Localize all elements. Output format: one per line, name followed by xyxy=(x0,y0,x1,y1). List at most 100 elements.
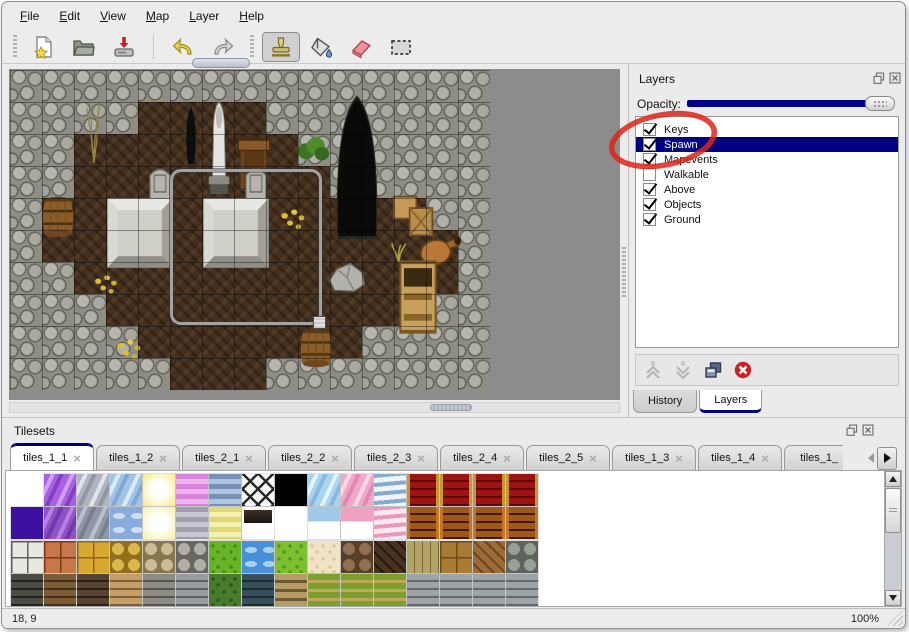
toolbar-grip[interactable] xyxy=(250,35,254,59)
palette-tile-graystone-wall[interactable] xyxy=(143,574,175,606)
layer-checkbox[interactable] xyxy=(643,123,656,136)
close-tab-icon[interactable]: × xyxy=(245,452,253,465)
new-tool-button[interactable] xyxy=(25,32,63,62)
palette-tile-empty[interactable] xyxy=(11,474,43,506)
map-selection-rect[interactable] xyxy=(170,169,322,325)
palette-tile-terracotta-tiles[interactable] xyxy=(44,541,76,573)
menu-map[interactable]: Map xyxy=(136,5,179,27)
layer-checkbox[interactable] xyxy=(643,198,656,211)
tileset-tab-tiles_2_1[interactable]: tiles_2_1× xyxy=(182,445,266,470)
palette-tile-grass[interactable] xyxy=(209,541,241,573)
tab-history[interactable]: History xyxy=(633,390,697,413)
palette-tile-grass-light[interactable] xyxy=(275,541,307,573)
palette-tile-blue-crystal[interactable] xyxy=(110,474,142,506)
tileset-tab-tiles_1_[interactable]: tiles_1_× xyxy=(784,445,843,470)
palette-tile-planks[interactable] xyxy=(407,541,439,573)
undo-tool-button[interactable] xyxy=(164,32,202,62)
layer-checkbox[interactable] xyxy=(643,168,656,181)
close-tab-icon[interactable]: × xyxy=(417,452,425,465)
palette-tile-gray-planks-wall[interactable] xyxy=(473,574,505,606)
palette-tile-yellow-cobble[interactable] xyxy=(110,541,142,573)
palette-tile-water-shimmer[interactable] xyxy=(110,507,142,539)
import-tool-button[interactable] xyxy=(105,32,143,62)
scroll-tabs-right-icon[interactable] xyxy=(877,447,897,470)
palette-tile-dark-planks[interactable] xyxy=(374,541,406,573)
palette-tile-blue-stripes[interactable] xyxy=(209,474,241,506)
close-panel-icon[interactable] xyxy=(861,423,875,437)
scroll-down-icon[interactable] xyxy=(885,590,901,606)
palette-tile-darkbrown-wall[interactable] xyxy=(77,574,109,606)
tileset-tab-tiles_1_2[interactable]: tiles_1_2× xyxy=(96,445,180,470)
palette-tile-gray-stripes[interactable] xyxy=(176,507,208,539)
palette-tile-gray-planks-wall[interactable] xyxy=(506,574,538,606)
palette-vscroll-thumb[interactable] xyxy=(885,488,901,533)
eraser-tool-button[interactable] xyxy=(342,32,380,62)
palette-tile-logs[interactable] xyxy=(506,541,538,573)
delete-layer-button[interactable] xyxy=(732,359,754,381)
layer-row-walkable[interactable]: Walkable xyxy=(636,167,898,182)
palette-tile-lattice[interactable] xyxy=(242,474,274,506)
window-resize-grip[interactable] xyxy=(887,610,903,626)
lower-layer-button[interactable] xyxy=(672,359,694,381)
palette-tile-gray-planks-wall[interactable] xyxy=(407,574,439,606)
palette-tile-pink-curtain[interactable] xyxy=(374,507,406,539)
tileset-tab-tiles_2_5[interactable]: tiles_2_5× xyxy=(526,445,610,470)
palette-tile-gray-planks-wall[interactable] xyxy=(440,574,472,606)
toolbar-grip[interactable] xyxy=(13,35,17,59)
menu-view[interactable]: View xyxy=(90,5,136,27)
palette-tile-gray-crystal[interactable] xyxy=(77,474,109,506)
palette-tile-graybrick-wall[interactable] xyxy=(176,574,208,606)
raise-layer-button[interactable] xyxy=(642,359,664,381)
float-panel-icon[interactable] xyxy=(845,423,859,437)
tileset-tab-tiles_1_4[interactable]: tiles_1_4× xyxy=(698,445,782,470)
stamp-tool-button[interactable] xyxy=(262,32,300,62)
map-hscroll-thumb[interactable] xyxy=(430,404,472,411)
layer-row-above[interactable]: Above xyxy=(636,182,898,197)
layer-row-ground[interactable]: Ground xyxy=(636,212,898,227)
splitter-collapse-handle[interactable] xyxy=(192,58,250,68)
menu-file[interactable]: File xyxy=(10,5,49,27)
palette-tile-beige-cobble[interactable] xyxy=(143,541,175,573)
float-panel-icon[interactable] xyxy=(872,71,886,85)
opacity-slider-track[interactable] xyxy=(687,100,891,107)
palette-tile-wood-bricks[interactable] xyxy=(440,541,472,573)
layer-row-keys[interactable]: Keys xyxy=(636,122,898,137)
layer-row-spawn[interactable]: Spawn xyxy=(636,137,898,152)
layer-checkbox[interactable] xyxy=(643,153,656,166)
palette-tile-purple-crystal-dark[interactable] xyxy=(44,507,76,539)
layer-checkbox[interactable] xyxy=(643,138,656,151)
palette-tile-gold-tiles[interactable] xyxy=(77,541,109,573)
close-tab-icon[interactable]: × xyxy=(159,452,167,465)
palette-tile-red-carpet[interactable] xyxy=(473,474,505,506)
close-tab-icon[interactable]: × xyxy=(589,452,597,465)
open-tool-button[interactable] xyxy=(65,32,103,62)
tileset-tab-tiles_2_2[interactable]: tiles_2_2× xyxy=(268,445,352,470)
palette-tile-pale-glow[interactable] xyxy=(143,507,175,539)
menu-help[interactable]: Help xyxy=(229,5,274,27)
map-viewport[interactable] xyxy=(9,69,620,400)
palette-tile-dirt-pebbles[interactable] xyxy=(341,541,373,573)
palette-tile-tan-wall[interactable] xyxy=(110,574,142,606)
select-tool-button[interactable] xyxy=(382,32,420,62)
close-panel-icon[interactable] xyxy=(888,71,902,85)
palette-tile-yellow-stripes[interactable] xyxy=(209,507,241,539)
menu-layer[interactable]: Layer xyxy=(179,5,229,27)
palette-tile-purple-crystal[interactable] xyxy=(44,474,76,506)
palette-tile-pink-stripes[interactable] xyxy=(176,474,208,506)
palette-tile-red-carpet[interactable] xyxy=(506,474,538,506)
palette-tile-stone-blocks[interactable] xyxy=(11,541,43,573)
palette-tile-herringbone[interactable] xyxy=(473,541,505,573)
palette-tile-black[interactable] xyxy=(275,474,307,506)
palette-tile-blue-curtain[interactable] xyxy=(374,474,406,506)
palette-tile-plaque[interactable] xyxy=(242,507,274,539)
layer-checkbox[interactable] xyxy=(643,213,656,226)
palette-tile-orange-carpet[interactable] xyxy=(506,507,538,539)
close-tab-icon[interactable]: × xyxy=(503,452,511,465)
palette-tile-water[interactable] xyxy=(242,541,274,573)
palette-tile-empty[interactable] xyxy=(275,507,307,539)
palette-tile-field-rows[interactable] xyxy=(341,574,373,606)
palette-tile-orange-carpet[interactable] xyxy=(473,507,505,539)
panel-splitter[interactable] xyxy=(620,69,628,413)
palette-tile-orange-carpet[interactable] xyxy=(407,507,439,539)
palette-tile-darkblue-wall[interactable] xyxy=(242,574,274,606)
